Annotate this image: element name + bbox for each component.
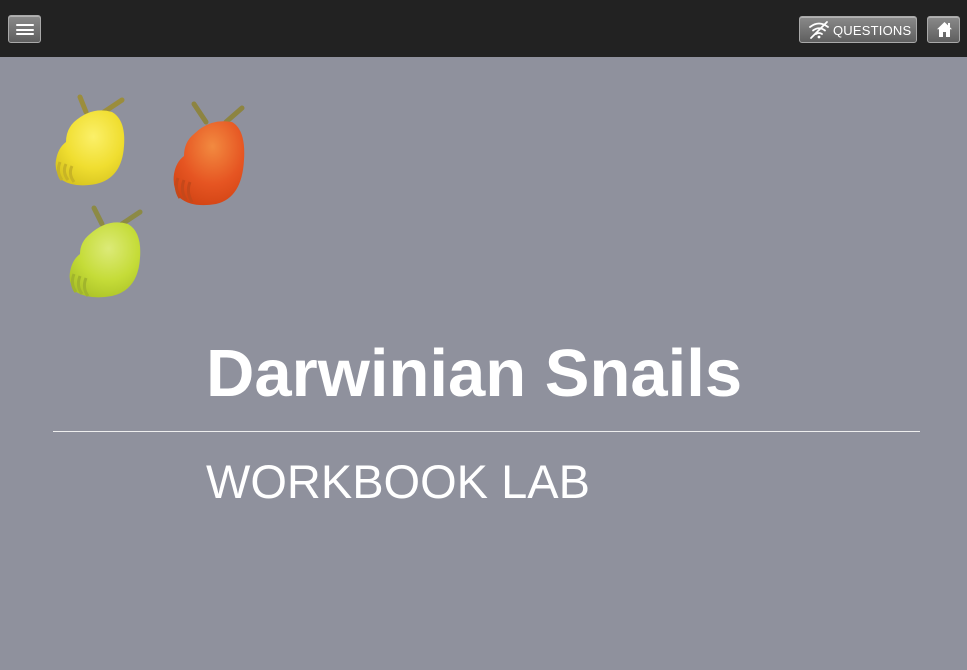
yellow-snail: [55, 94, 125, 186]
menu-icon: [16, 24, 34, 35]
page-subtitle: WORKBOOK LAB: [206, 455, 590, 508]
title-divider: [53, 431, 920, 432]
orange-snail: [173, 101, 245, 206]
home-icon: [936, 21, 953, 38]
green-snail: [69, 205, 143, 298]
top-toolbar: QUESTIONS: [0, 0, 967, 57]
questions-label: QUESTIONS: [833, 22, 912, 38]
no-signal-icon: [808, 20, 830, 40]
home-button[interactable]: [927, 16, 960, 43]
page-title: Darwinian Snails: [206, 336, 743, 411]
questions-button[interactable]: QUESTIONS: [799, 16, 917, 43]
menu-button[interactable]: [8, 15, 41, 43]
